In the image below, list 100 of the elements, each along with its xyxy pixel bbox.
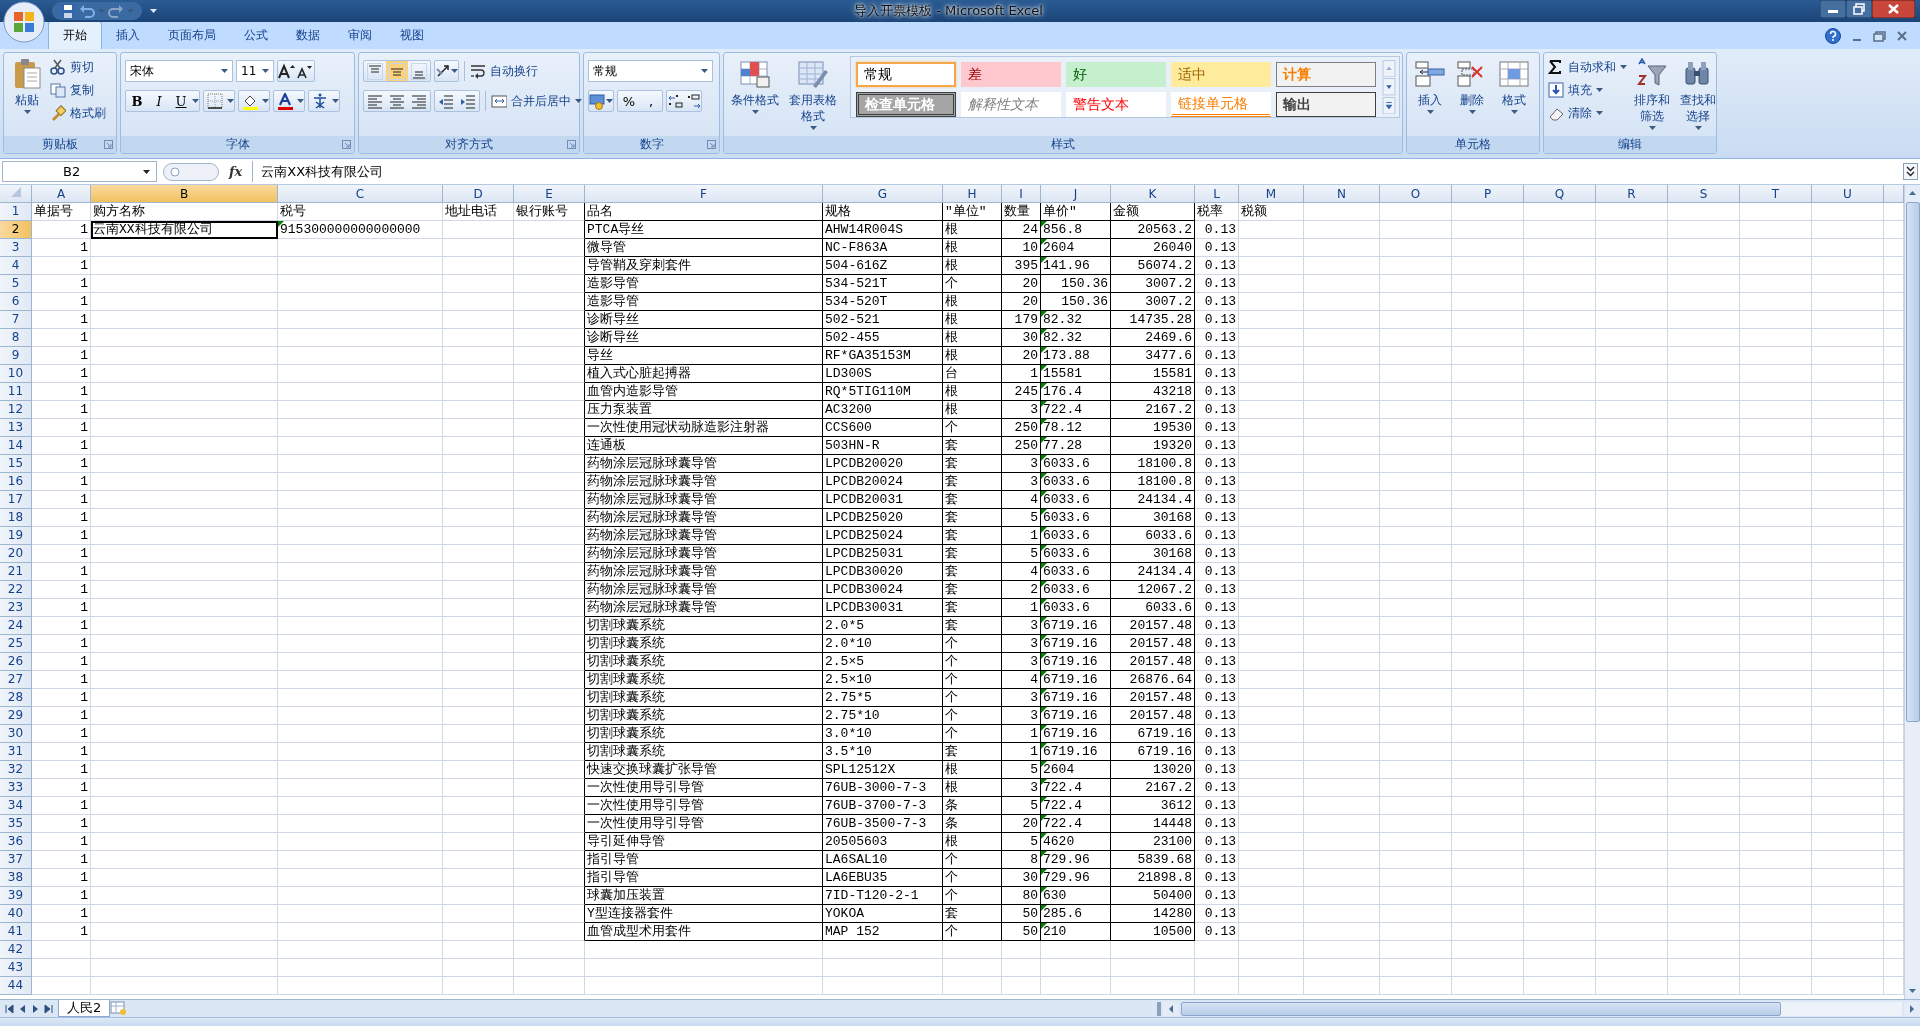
- column-header[interactable]: R: [1596, 185, 1668, 203]
- ribbon-tab[interactable]: 页面布局: [154, 22, 230, 49]
- column-header[interactable]: T: [1740, 185, 1812, 203]
- clipboard-command[interactable]: 格式刷: [50, 103, 106, 123]
- align-icon[interactable]: [411, 92, 427, 110]
- cell-style-option[interactable]: 解释性文本: [961, 92, 1061, 117]
- ribbon-tab[interactable]: 视图: [386, 22, 438, 49]
- row-header[interactable]: 24: [0, 617, 32, 635]
- first-sheet-icon[interactable]: [4, 1002, 15, 1015]
- close-icon[interactable]: [1896, 29, 1908, 42]
- row-header[interactable]: 41: [0, 923, 32, 941]
- editing-button[interactable]: 查找和选择: [1677, 56, 1719, 133]
- caret-icon[interactable]: [227, 99, 234, 103]
- font-size-field[interactable]: 11: [236, 60, 274, 82]
- row-header[interactable]: 30: [0, 725, 32, 743]
- scroll-down-icon[interactable]: [1382, 78, 1396, 96]
- row-header[interactable]: 2: [0, 221, 32, 239]
- number-style-button[interactable]: %: [618, 91, 640, 111]
- column-header[interactable]: A: [32, 185, 91, 203]
- cell-style-option[interactable]: 好: [1066, 62, 1166, 87]
- row-header[interactable]: 44: [0, 977, 32, 995]
- scroll-thumb[interactable]: [1905, 202, 1920, 722]
- border-icon[interactable]: [207, 92, 224, 110]
- row-header[interactable]: 42: [0, 941, 32, 959]
- sheet-tab[interactable]: 人民2: [58, 1000, 111, 1017]
- cell-style-option[interactable]: 警告文本: [1066, 92, 1166, 117]
- name-box[interactable]: B2: [2, 161, 157, 182]
- row-header[interactable]: 28: [0, 689, 32, 707]
- ribbon-tab[interactable]: 数据: [282, 22, 334, 49]
- cell-style-option[interactable]: 适中: [1171, 62, 1271, 87]
- font-color-icon[interactable]: [277, 92, 294, 110]
- font-style-button[interactable]: U: [170, 91, 192, 111]
- more-icon[interactable]: [1382, 96, 1396, 114]
- dialog-launcher-icon[interactable]: [567, 140, 576, 149]
- minimize-icon[interactable]: [1820, 0, 1846, 18]
- column-header[interactable]: P: [1452, 185, 1524, 203]
- column-header[interactable]: B: [91, 185, 278, 203]
- indent-icon[interactable]: [460, 92, 476, 110]
- align-icon[interactable]: [389, 92, 405, 110]
- cell-style-option[interactable]: 常规: [856, 62, 956, 87]
- expand-icon[interactable]: [1903, 163, 1918, 180]
- row-header[interactable]: 37: [0, 851, 32, 869]
- column-header[interactable]: C: [278, 185, 443, 203]
- row-header[interactable]: 9: [0, 347, 32, 365]
- row-header[interactable]: 40: [0, 905, 32, 923]
- splitter-handle-icon[interactable]: [163, 162, 219, 181]
- column-header[interactable]: I: [1002, 185, 1041, 203]
- scroll-left-icon[interactable]: [1163, 1001, 1179, 1016]
- row-header[interactable]: 22: [0, 581, 32, 599]
- row-header[interactable]: 13: [0, 419, 32, 437]
- last-sheet-icon[interactable]: [43, 1002, 54, 1015]
- caret-icon[interactable]: [451, 69, 458, 73]
- row-header[interactable]: 35: [0, 815, 32, 833]
- caret-icon[interactable]: [262, 99, 269, 103]
- ribbon-tab[interactable]: 审阅: [334, 22, 386, 49]
- row-header[interactable]: 15: [0, 455, 32, 473]
- row-header[interactable]: 11: [0, 383, 32, 401]
- ribbon-tab[interactable]: 开始: [48, 21, 102, 49]
- text-angle-icon[interactable]: [435, 63, 451, 79]
- caret-icon[interactable]: [332, 99, 339, 103]
- column-header[interactable]: U: [1812, 185, 1884, 203]
- row-header[interactable]: 8: [0, 329, 32, 347]
- column-header[interactable]: G: [823, 185, 943, 203]
- cell-style-option[interactable]: 输出: [1276, 92, 1376, 117]
- caret-icon[interactable]: [297, 99, 304, 103]
- row-header[interactable]: 1: [0, 203, 32, 221]
- align-button[interactable]: [386, 61, 408, 81]
- dialog-launcher-icon[interactable]: [104, 140, 113, 149]
- ribbon-tab[interactable]: 插入: [102, 22, 154, 49]
- row-header[interactable]: 36: [0, 833, 32, 851]
- ribbon-tab[interactable]: 公式: [230, 22, 282, 49]
- column-header[interactable]: M: [1239, 185, 1304, 203]
- row-header[interactable]: 27: [0, 671, 32, 689]
- formula-field[interactable]: 云南XX科技有限公司: [252, 161, 1897, 182]
- row-header[interactable]: 21: [0, 563, 32, 581]
- scroll-thumb[interactable]: [1181, 1001, 1781, 1016]
- row-header[interactable]: 33: [0, 779, 32, 797]
- row-header[interactable]: 34: [0, 797, 32, 815]
- font-style-button[interactable]: B: [126, 91, 148, 111]
- row-header[interactable]: 12: [0, 401, 32, 419]
- row-header[interactable]: 3: [0, 239, 32, 257]
- column-header[interactable]: F: [585, 185, 823, 203]
- row-header[interactable]: 19: [0, 527, 32, 545]
- row-header[interactable]: 16: [0, 473, 32, 491]
- scroll-right-icon[interactable]: [1904, 1001, 1920, 1016]
- row-header[interactable]: 17: [0, 491, 32, 509]
- row-header[interactable]: 31: [0, 743, 32, 761]
- scroll-down-icon[interactable]: [1905, 983, 1920, 999]
- undo-icon[interactable]: [79, 3, 95, 19]
- help-icon[interactable]: [1825, 27, 1841, 44]
- row-header[interactable]: 43: [0, 959, 32, 977]
- column-header[interactable]: L: [1195, 185, 1239, 203]
- clipboard-command[interactable]: 剪切: [50, 57, 106, 77]
- restore-icon[interactable]: [1846, 0, 1872, 18]
- row-header[interactable]: 20: [0, 545, 32, 563]
- column-header[interactable]: O: [1380, 185, 1452, 203]
- font-style-button[interactable]: I: [148, 91, 170, 111]
- clipboard-command[interactable]: 复制: [50, 80, 106, 100]
- row-header[interactable]: 25: [0, 635, 32, 653]
- column-header[interactable]: Q: [1524, 185, 1596, 203]
